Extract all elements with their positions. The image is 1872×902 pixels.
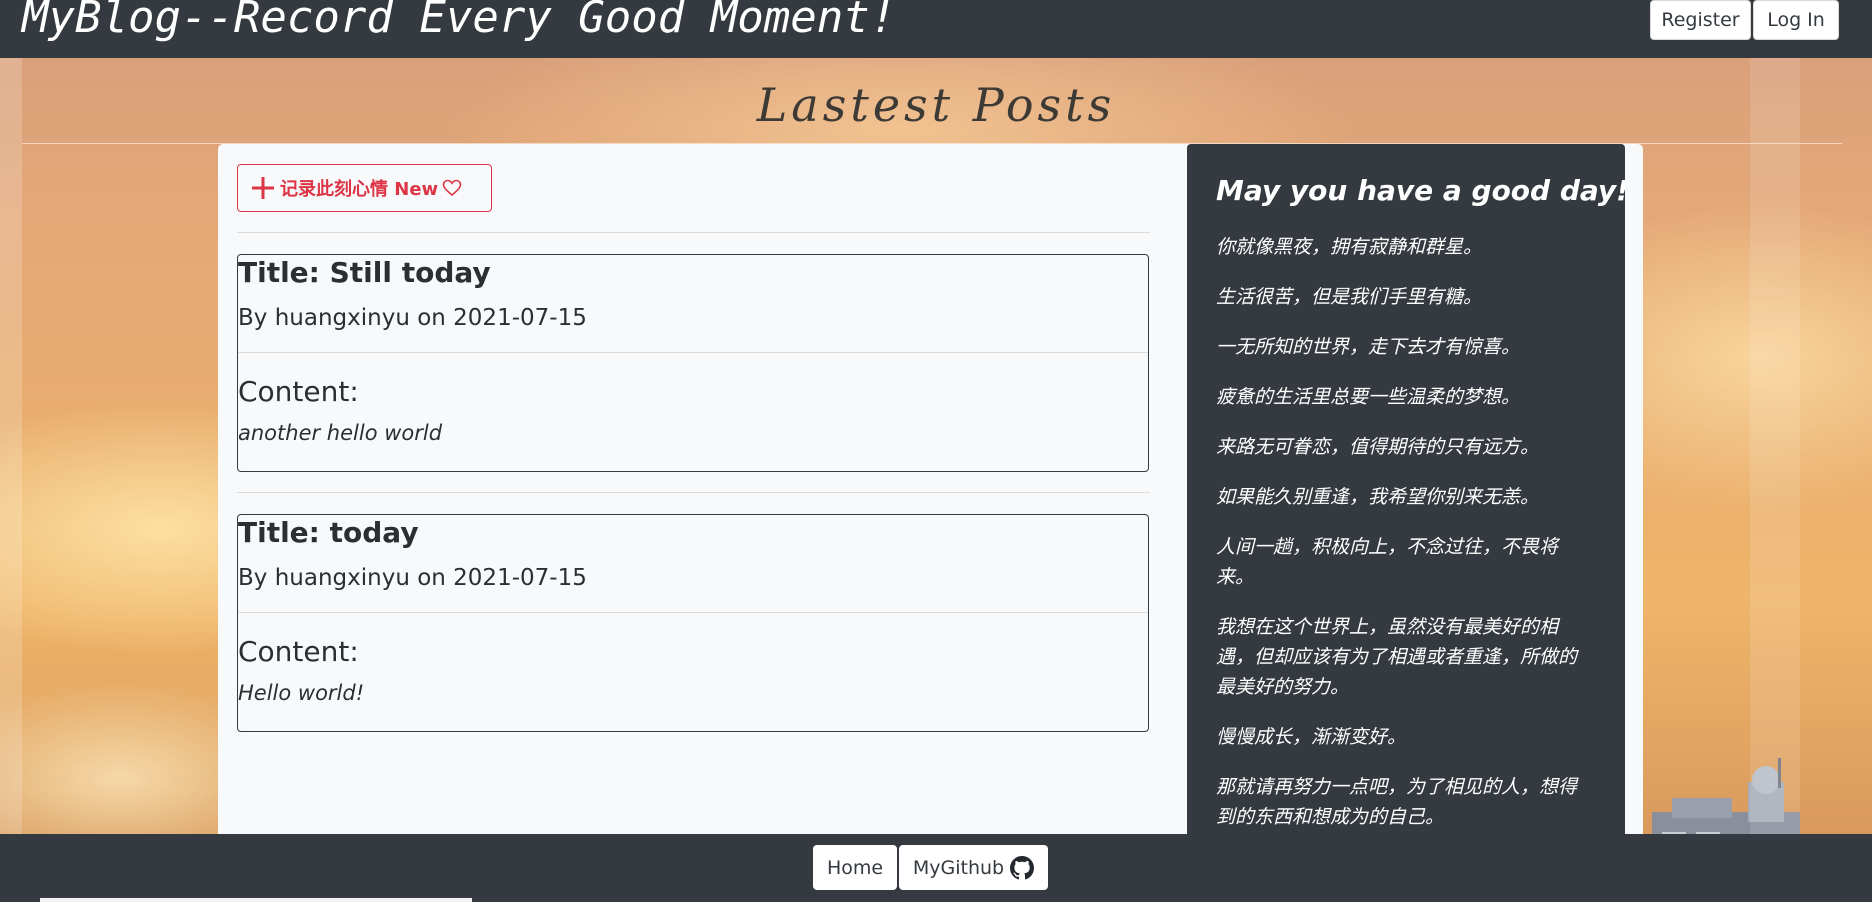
post-body: Content: Hello world! <box>238 613 1148 731</box>
post-body: Content: another hello world <box>238 353 1148 471</box>
post-title[interactable]: Title: Still today <box>238 256 491 289</box>
divider <box>237 232 1150 233</box>
content-label: Content: <box>238 635 359 668</box>
quote-item: 生活很苦，但是我们手里有糖。 <box>1216 286 1483 308</box>
github-button[interactable]: MyGithub <box>899 845 1048 890</box>
post-card[interactable]: Title: today By huangxinyu on 2021-07-15… <box>237 514 1149 732</box>
new-post-label: 记录此刻心情 New <box>280 179 439 200</box>
divider <box>237 492 1150 493</box>
quote-item: 来路无可眷恋，值得期待的只有远方。 <box>1216 436 1540 458</box>
quotes-title: May you have a good day! <box>1216 174 1625 207</box>
register-button[interactable]: Register <box>1650 0 1751 40</box>
page-heading: Lastest Posts <box>756 78 1116 132</box>
horizontal-scrollbar[interactable] <box>40 898 472 902</box>
post-header: Title: today By huangxinyu on 2021-07-15 <box>238 515 1148 613</box>
quote-item: 我想在这个世界上，虽然没有最美好的相遇，但却应该有为了相遇或者重逢，所做的最美好… <box>1216 616 1578 698</box>
quote-item: 那就请再努力一点吧，为了相见的人，想得到的东西和想成为的自己。 <box>1216 776 1578 828</box>
quote-item: 疲惫的生活里总要一些温柔的梦想。 <box>1216 386 1521 408</box>
quote-item: 慢慢成长，渐渐变好。 <box>1216 726 1407 748</box>
post-header: Title: Still today By huangxinyu on 2021… <box>238 255 1148 353</box>
github-icon <box>1010 855 1035 879</box>
quotes-list: 你就像黑夜，拥有寂静和群星。 生活很苦，但是我们手里有糖。 一无所知的世界，走下… <box>1216 232 1586 844</box>
quote-item: 如果能久别重逢，我希望你别来无恙。 <box>1216 486 1540 508</box>
content-label: Content: <box>238 375 359 408</box>
post-content: another hello world <box>238 421 443 445</box>
home-button[interactable]: Home <box>813 845 897 890</box>
quotes-panel: May you have a good day! 你就像黑夜，拥有寂静和群星。 … <box>1187 144 1625 844</box>
quote-item: 人间一趟，积极向上，不念过往，不畏将来。 <box>1216 536 1559 588</box>
login-button[interactable]: Log In <box>1753 0 1839 40</box>
top-navbar: MyBlog--Record Every Good Moment! Regist… <box>0 0 1872 58</box>
quote-item: 你就像黑夜，拥有寂静和群星。 <box>1216 236 1483 258</box>
github-label: MyGithub <box>912 856 1005 879</box>
new-post-button[interactable]: 记录此刻心情 New <box>237 164 492 212</box>
quote-item: 一无所知的世界，走下去才有惊喜。 <box>1216 336 1521 358</box>
post-meta: By huangxinyu on 2021-07-15 <box>238 565 587 591</box>
post-meta: By huangxinyu on 2021-07-15 <box>238 305 587 331</box>
post-content: Hello world! <box>238 681 365 705</box>
post-title[interactable]: Title: today <box>238 516 419 549</box>
post-card[interactable]: Title: Still today By huangxinyu on 2021… <box>237 254 1149 472</box>
footer-bar: Home MyGithub <box>0 834 1872 902</box>
site-title[interactable]: MyBlog--Record Every Good Moment! <box>22 0 896 43</box>
plus-icon <box>252 177 274 199</box>
heart-icon <box>442 179 462 197</box>
